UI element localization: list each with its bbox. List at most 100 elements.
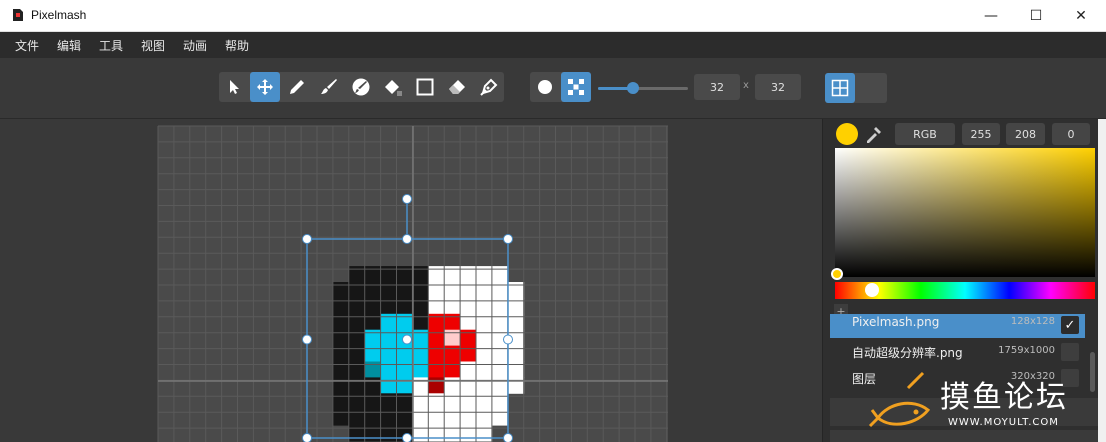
dither-brush[interactable] (561, 72, 591, 102)
pixel (364, 361, 382, 378)
green-value-input[interactable]: 208 (1006, 123, 1045, 145)
transform-handle[interactable] (503, 334, 513, 345)
pixel (428, 361, 445, 378)
pixel (396, 393, 413, 410)
pixel (332, 409, 350, 426)
hue-slider-handle[interactable] (865, 283, 879, 297)
transform-handle[interactable] (402, 433, 412, 442)
brush-size-handle[interactable] (627, 82, 639, 94)
pixel (412, 345, 429, 362)
pixel (380, 409, 397, 426)
maximize-button[interactable]: ☐ (1013, 0, 1059, 31)
rectangle-tool[interactable] (410, 72, 440, 102)
menu-file[interactable]: 文件 (15, 37, 39, 54)
pixel (460, 425, 477, 442)
close-button[interactable]: ✕ (1058, 0, 1104, 31)
pixel (507, 345, 525, 362)
pixel (428, 329, 445, 347)
saturation-value-picker[interactable] (835, 148, 1095, 277)
pixel (348, 266, 366, 283)
eyedropper-icon[interactable] (864, 124, 884, 144)
pixel (476, 425, 493, 442)
pixel (396, 313, 413, 331)
menu-edit[interactable]: 编辑 (57, 37, 81, 54)
pixel (460, 377, 477, 394)
pixel (380, 313, 397, 331)
pixel (396, 361, 413, 378)
layer-size: 128x128 (1010, 316, 1055, 327)
size-separator: x (743, 80, 749, 91)
transform-handle[interactable] (503, 433, 513, 442)
current-color-swatch[interactable] (836, 123, 858, 145)
menu-view[interactable]: 视图 (141, 37, 165, 54)
pixel (491, 361, 509, 378)
menu-help[interactable]: 帮助 (225, 37, 249, 54)
pixel (444, 361, 461, 378)
move-tool[interactable] (250, 72, 280, 102)
pixel (460, 361, 477, 378)
minimize-button[interactable]: — (968, 0, 1014, 31)
transform-handle[interactable] (402, 334, 412, 345)
pixel (364, 266, 382, 283)
brush-circle-icon (352, 78, 370, 96)
color-mode-select[interactable]: RGB (895, 123, 955, 145)
layer-row[interactable]: Pixelmash.png 128x128 ✓ (830, 314, 1085, 338)
pixel (476, 282, 493, 299)
width-input[interactable]: 32 (694, 74, 740, 100)
pixel (491, 266, 509, 283)
pixel (380, 297, 397, 315)
pixel (412, 393, 429, 410)
menu-tools[interactable]: 工具 (99, 37, 123, 54)
layer-visibility-checkbox[interactable]: ✓ (1061, 316, 1079, 334)
pixel (444, 329, 461, 347)
circle-icon (538, 80, 552, 94)
pixel (396, 345, 413, 362)
transform-handle[interactable] (302, 334, 312, 345)
transform-handle[interactable] (503, 234, 513, 244)
pixel (444, 266, 461, 283)
menu-bar: 文件 编辑 工具 视图 动画 帮助 (0, 32, 1106, 58)
pixel (460, 409, 477, 426)
rectangle-icon (416, 78, 434, 96)
transform-handle[interactable] (302, 234, 312, 244)
transform-handle[interactable] (302, 433, 312, 442)
height-input[interactable]: 32 (755, 74, 801, 100)
fill-tool[interactable] (378, 72, 408, 102)
layer-row[interactable]: 自动超级分辨率.png 1759x1000 (830, 340, 1085, 364)
pixel (412, 409, 429, 426)
second-toggle[interactable] (857, 73, 887, 103)
pixel (348, 345, 366, 362)
round-brush[interactable] (530, 72, 560, 102)
blue-value-input[interactable]: 0 (1052, 123, 1090, 145)
red-value-input[interactable]: 255 (962, 123, 1000, 145)
window-title: Pixelmash (31, 8, 87, 22)
pixel (428, 345, 445, 362)
brush-tool[interactable] (314, 72, 344, 102)
transform-handle[interactable] (402, 234, 412, 244)
pen-tool[interactable] (474, 72, 504, 102)
pixel (380, 377, 397, 394)
layer-visibility-checkbox[interactable] (1061, 343, 1079, 361)
pixel (460, 345, 477, 362)
pixel (380, 393, 397, 410)
pixel (332, 345, 350, 362)
pixel (428, 425, 445, 442)
pixel (444, 377, 461, 394)
pixel (507, 361, 525, 378)
menu-animation[interactable]: 动画 (183, 37, 207, 54)
eraser-tool[interactable] (442, 72, 472, 102)
brush-shape-group (530, 72, 591, 102)
grid-toggle[interactable] (825, 73, 855, 103)
pixel (428, 409, 445, 426)
layer-name: 自动超级分辨率.png (852, 346, 963, 360)
pixel (507, 377, 525, 394)
move-arrows-icon (257, 79, 273, 95)
saturation-value-handle[interactable] (831, 268, 843, 280)
pencil-tool[interactable] (282, 72, 312, 102)
pixel (476, 329, 493, 347)
pixel (348, 377, 366, 394)
pixel (491, 409, 509, 426)
select-tool[interactable] (219, 72, 249, 102)
transform-handle[interactable] (402, 194, 412, 204)
shape-brush-tool[interactable] (346, 72, 376, 102)
